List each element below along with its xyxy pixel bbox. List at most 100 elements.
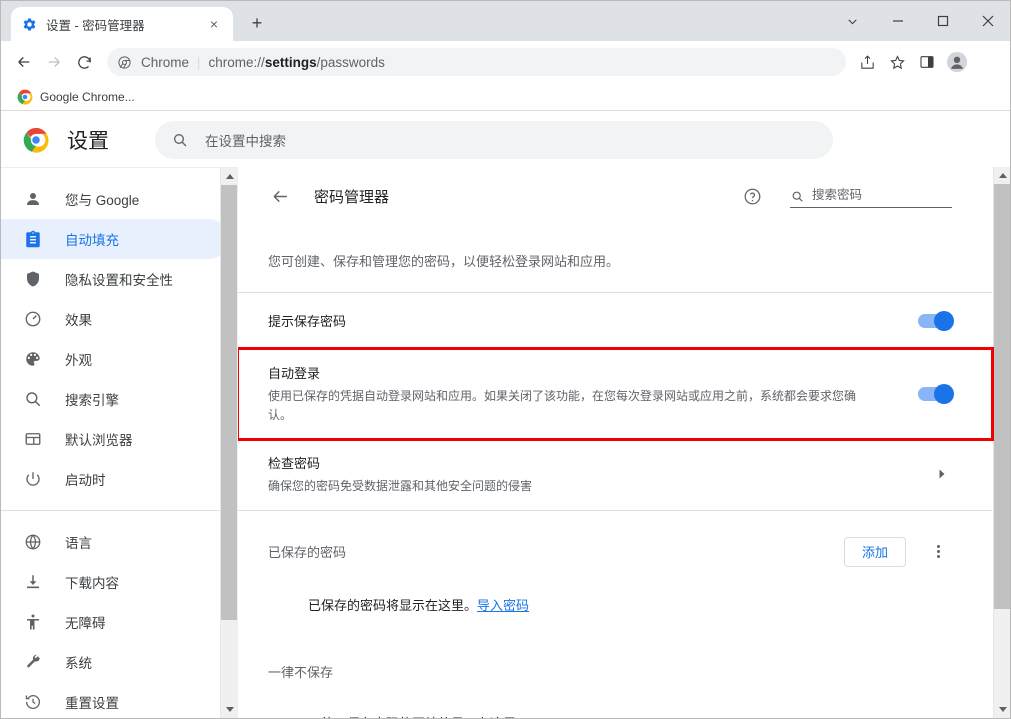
- omnibox-url: chrome://settings/passwords: [209, 55, 385, 70]
- row-title: 自动登录: [268, 363, 898, 382]
- speedometer-icon: [23, 309, 43, 329]
- saved-passwords-header: 已保存的密码 添加: [238, 511, 992, 577]
- sidebar-item-autofill[interactable]: 自动填充: [1, 219, 229, 259]
- sidebar-item-reset-settings[interactable]: 重置设置: [1, 682, 229, 718]
- bookmark-label: Google Chrome...: [40, 90, 135, 104]
- shield-icon: [23, 269, 43, 289]
- row-title: 检查密码: [268, 453, 912, 472]
- toggle-offer-to-save-passwords[interactable]: [918, 314, 952, 328]
- power-icon: [23, 469, 43, 489]
- sidebar-item-label: 您与 Google: [65, 189, 139, 209]
- gear-icon: [21, 16, 37, 32]
- sidebar-item-on-startup[interactable]: 启动时: [1, 459, 229, 499]
- three-dot-menu[interactable]: [972, 47, 1002, 77]
- sidebar-item-label: 语言: [65, 532, 92, 552]
- row-auto-sign-in[interactable]: 自动登录 使用已保存的凭据自动登录网站和应用。如果关闭了该功能，在您每次登录网站…: [238, 349, 992, 439]
- palette-icon: [23, 349, 43, 369]
- chrome-icon: [17, 89, 33, 105]
- sidebar-item-label: 外观: [65, 349, 92, 369]
- never-saved-empty: 一律不保存密码的网站将显示在这里: [238, 691, 992, 718]
- settings-header: 设置 在设置中搜索: [1, 113, 1010, 167]
- search-icon: [790, 189, 804, 203]
- sidebar-scrollbar[interactable]: [220, 168, 237, 718]
- password-manager-panel: 密码管理器 搜索密码: [238, 167, 992, 718]
- panel-description: 您可创建、保存和管理您的密码，以便轻松登录网站和应用。: [238, 225, 992, 293]
- sidebar-item-you-and-google[interactable]: 您与 Google: [1, 179, 229, 219]
- reload-icon[interactable]: [69, 47, 99, 77]
- close-icon[interactable]: ×: [205, 15, 223, 33]
- maximize-icon[interactable]: [920, 1, 965, 41]
- tab-strip: 设置 - 密码管理器 × +: [1, 1, 1010, 41]
- url-suffix: /passwords: [317, 55, 385, 70]
- close-window-icon[interactable]: [965, 1, 1010, 41]
- new-tab-button[interactable]: +: [243, 9, 271, 37]
- chevron-right-icon[interactable]: [932, 464, 952, 484]
- password-search-input[interactable]: 搜索密码: [790, 184, 952, 208]
- sidebar-item-performance[interactable]: 效果: [1, 299, 229, 339]
- address-bar[interactable]: Chrome | chrome://settings/passwords: [107, 48, 846, 76]
- sidebar-item-languages[interactable]: 语言: [1, 522, 229, 562]
- search-icon: [23, 389, 43, 409]
- sidebar-item-appearance[interactable]: 外观: [1, 339, 229, 379]
- side-panel-icon[interactable]: [912, 47, 942, 77]
- browser-tab[interactable]: 设置 - 密码管理器 ×: [11, 7, 233, 41]
- toggle-knob: [934, 311, 954, 331]
- sidebar-group-secondary: 语言 下载内容 无障碍: [1, 511, 237, 718]
- sidebar-item-accessibility[interactable]: 无障碍: [1, 602, 229, 642]
- import-passwords-link[interactable]: 导入密码: [477, 598, 529, 613]
- download-icon: [23, 572, 43, 592]
- profile-avatar-icon[interactable]: [942, 47, 972, 77]
- scrollbar-thumb[interactable]: [221, 185, 237, 620]
- saved-passwords-menu-icon[interactable]: [924, 538, 952, 566]
- settings-sidebar: 您与 Google 自动填充 隐私设置和安全性: [1, 167, 237, 718]
- window-controls: [830, 1, 1010, 41]
- tab-search-icon[interactable]: [830, 1, 875, 41]
- row-offer-to-save-passwords[interactable]: 提示保存密码: [238, 293, 992, 349]
- bookmark-item[interactable]: Google Chrome...: [11, 86, 141, 108]
- saved-passwords-title: 已保存的密码: [268, 542, 844, 561]
- sidebar-item-label: 重置设置: [65, 692, 119, 712]
- sidebar-item-label: 搜索引擎: [65, 389, 119, 409]
- toggle-auto-sign-in[interactable]: [918, 387, 952, 401]
- add-password-button[interactable]: 添加: [844, 537, 906, 567]
- settings-search-placeholder: 在设置中搜索: [205, 130, 286, 150]
- section-title: 密码管理器: [314, 186, 389, 207]
- settings-body: 您与 Google 自动填充 隐私设置和安全性: [1, 167, 1010, 718]
- url-bold: settings: [265, 55, 317, 70]
- row-text: 提示保存密码: [268, 297, 898, 344]
- sidebar-item-system[interactable]: 系统: [1, 642, 229, 682]
- page-scrollbar[interactable]: [993, 167, 1010, 718]
- sidebar-item-label: 自动填充: [65, 229, 119, 249]
- scroll-down-arrow[interactable]: [221, 701, 237, 718]
- row-check-passwords[interactable]: 检查密码 确保您的密码免受数据泄露和其他安全问题的侵害: [238, 439, 992, 511]
- sidebar-item-search-engine[interactable]: 搜索引擎: [1, 379, 229, 419]
- scroll-down-arrow[interactable]: [994, 701, 1010, 718]
- scrollbar-thumb[interactable]: [994, 184, 1010, 609]
- omnibox-separator: |: [197, 55, 201, 70]
- minimize-icon[interactable]: [875, 1, 920, 41]
- toolbar-actions: [852, 47, 1002, 77]
- header-actions: 搜索密码: [742, 184, 992, 208]
- bookmarks-bar: Google Chrome...: [1, 83, 1010, 111]
- scroll-up-arrow[interactable]: [221, 168, 237, 185]
- row-subtitle: 使用已保存的凭据自动登录网站和应用。如果关闭了该功能，在您每次登录网站或应用之前…: [268, 387, 858, 424]
- sidebar-item-label: 默认浏览器: [65, 429, 133, 449]
- settings-search-input[interactable]: 在设置中搜索: [155, 121, 833, 159]
- accessibility-icon: [23, 612, 43, 632]
- chrome-icon: [115, 53, 133, 71]
- page-title: 设置: [67, 125, 109, 155]
- sidebar-item-privacy-security[interactable]: 隐私设置和安全性: [1, 259, 229, 299]
- forward-icon[interactable]: [39, 47, 69, 77]
- sidebar-item-label: 隐私设置和安全性: [65, 269, 173, 289]
- back-arrow-icon[interactable]: [268, 184, 292, 208]
- scroll-up-arrow[interactable]: [994, 167, 1010, 184]
- saved-passwords-empty: 已保存的密码将显示在这里。导入密码: [238, 577, 992, 614]
- browser-toolbar: Chrome | chrome://settings/passwords: [1, 41, 1010, 83]
- sidebar-item-downloads[interactable]: 下载内容: [1, 562, 229, 602]
- star-icon[interactable]: [882, 47, 912, 77]
- sidebar-item-default-browser[interactable]: 默认浏览器: [1, 419, 229, 459]
- back-icon[interactable]: [9, 47, 39, 77]
- share-icon[interactable]: [852, 47, 882, 77]
- password-manager-header: 密码管理器 搜索密码: [238, 167, 992, 225]
- help-circle-icon[interactable]: [742, 186, 762, 206]
